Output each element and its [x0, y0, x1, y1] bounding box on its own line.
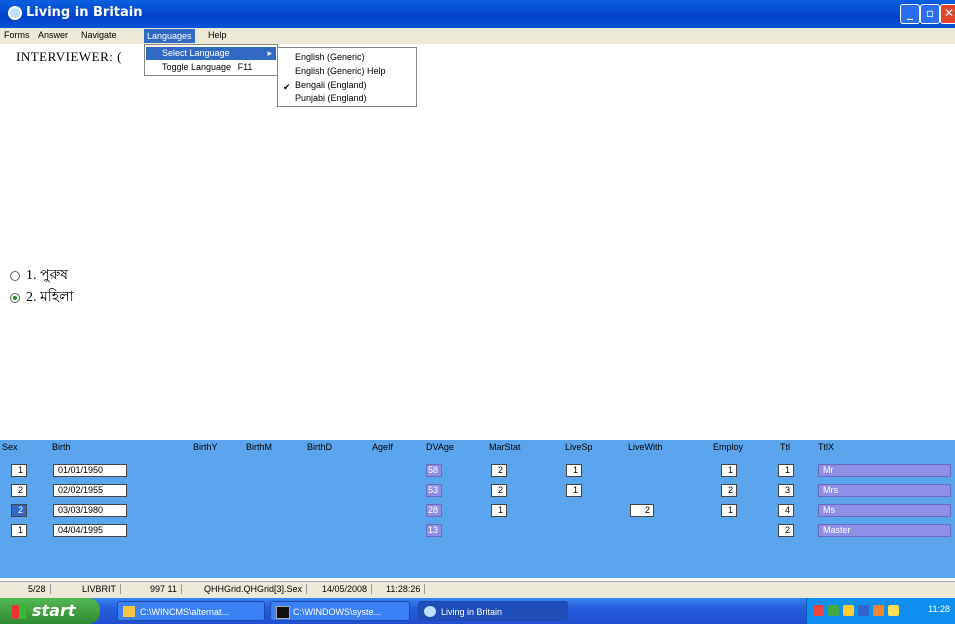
- cell-marstat[interactable]: 2: [491, 464, 507, 477]
- cell-sex[interactable]: 2: [11, 484, 27, 497]
- cell-ttl[interactable]: 1: [778, 464, 794, 477]
- languages-menu: Select Language ▸ Toggle Language F11: [144, 44, 278, 76]
- status-code: 997 11: [146, 584, 182, 594]
- task-cmd[interactable]: C:\WINDOWS\syste...: [270, 601, 410, 621]
- app-icon: [8, 6, 22, 20]
- shortcut-label: F11: [237, 62, 253, 72]
- cell-sex[interactable]: 1: [11, 524, 27, 537]
- col-header-ageif: AgeIf: [372, 442, 394, 452]
- status-survey: LIVBRIT: [78, 584, 122, 594]
- taskbar: start C:\WINCMS\alternat... C:\WINDOWS\s…: [0, 598, 955, 624]
- radio-button[interactable]: [10, 270, 20, 281]
- menu-forms[interactable]: Forms: [4, 30, 30, 40]
- cell-sex-active[interactable]: 2: [11, 504, 27, 517]
- security-icon[interactable]: [828, 605, 839, 616]
- answer-option-2[interactable]: 2. মহিলা: [10, 285, 74, 309]
- cell-ttlx: Master: [818, 524, 951, 537]
- cell-dvage: 58: [426, 464, 442, 477]
- minimize-button[interactable]: _: [900, 4, 920, 24]
- cell-ttl[interactable]: 3: [778, 484, 794, 497]
- console-icon: [276, 606, 290, 619]
- cell-livewith[interactable]: 2: [630, 504, 654, 517]
- col-header-employ: Employ: [713, 442, 744, 452]
- folder-icon: [123, 606, 135, 617]
- menu-answer[interactable]: Answer: [38, 30, 68, 40]
- col-header-livewith: LiveWith: [628, 442, 663, 452]
- system-tray: 11:28: [806, 598, 955, 624]
- cell-marstat[interactable]: 1: [491, 504, 507, 517]
- cell-birth[interactable]: 01/01/1950: [53, 464, 127, 477]
- clock: 11:28: [928, 604, 950, 614]
- menu-item-english-generic-help[interactable]: English (Generic) Help: [295, 65, 386, 77]
- close-button[interactable]: ✕: [940, 4, 955, 24]
- menu-item-toggle-language[interactable]: Toggle Language F11: [146, 61, 276, 74]
- col-header-ttl: Ttl: [780, 442, 790, 452]
- window-title: Living in Britain: [26, 5, 143, 20]
- menu-help[interactable]: Help: [208, 30, 227, 40]
- menu-item-bengali[interactable]: Bengali (England): [295, 79, 367, 91]
- cell-ttlx: Mrs: [818, 484, 951, 497]
- cell-livesp[interactable]: 1: [566, 484, 582, 497]
- select-language-submenu: English (Generic) English (Generic) Help…: [277, 47, 417, 107]
- volume-icon[interactable]: [858, 605, 869, 616]
- menu-item-select-language[interactable]: Select Language ▸: [146, 47, 276, 60]
- network-icon[interactable]: [813, 605, 824, 616]
- cell-ttlx: Ms: [818, 504, 951, 517]
- cell-dvage: 28: [426, 504, 442, 517]
- cell-marstat[interactable]: 2: [491, 484, 507, 497]
- submenu-arrow-icon: ▸: [267, 48, 272, 58]
- status-time: 11:28:26: [382, 584, 426, 594]
- answer-option-1[interactable]: 1. পুরুষ: [10, 263, 68, 287]
- col-header-livesp: LiveSp: [565, 442, 593, 452]
- col-header-birth: Birth: [52, 442, 71, 452]
- update-icon[interactable]: [843, 605, 854, 616]
- task-explorer[interactable]: C:\WINCMS\alternat...: [117, 601, 265, 621]
- menu-item-punjabi[interactable]: Punjabi (England): [295, 92, 367, 104]
- menu-navigate[interactable]: Navigate: [81, 30, 117, 40]
- cell-dvage: 53: [426, 484, 442, 497]
- col-header-birthd: BirthD: [307, 442, 333, 452]
- cell-employ[interactable]: 1: [721, 504, 737, 517]
- title-bar: Living in Britain _ ▫ ✕: [0, 0, 955, 28]
- cell-ttlx: Mr: [818, 464, 951, 477]
- cell-birth[interactable]: 02/02/1955: [53, 484, 127, 497]
- cell-birth[interactable]: 04/04/1995: [53, 524, 127, 537]
- col-header-birthy: BirthY: [193, 442, 218, 452]
- col-header-dvage: DVAge: [426, 442, 454, 452]
- app-icon: [424, 606, 436, 617]
- status-date: 14/05/2008: [318, 584, 373, 594]
- cell-employ[interactable]: 2: [721, 484, 737, 497]
- cell-sex[interactable]: 1: [11, 464, 27, 477]
- option-label: 2. মহিলা: [26, 290, 74, 305]
- task-living-in-britain[interactable]: Living in Britain: [418, 601, 568, 621]
- windows-logo-icon: [12, 604, 26, 619]
- cell-ttl[interactable]: 2: [778, 524, 794, 537]
- cell-birth[interactable]: 03/03/1980: [53, 504, 127, 517]
- cell-employ[interactable]: 1: [721, 464, 737, 477]
- col-header-sex: Sex: [2, 442, 18, 452]
- status-bar: 5/28 LIVBRIT 997 11 QHHGrid.QHGrid[3].Se…: [0, 581, 955, 598]
- checkmark-icon: ✔: [283, 82, 291, 92]
- radio-button-selected[interactable]: [10, 292, 20, 303]
- col-header-marstat: MarStat: [489, 442, 521, 452]
- cell-ttl[interactable]: 4: [778, 504, 794, 517]
- household-grid: Sex Birth BirthY BirthM BirthD AgeIf DVA…: [0, 440, 955, 578]
- antivirus-icon[interactable]: [888, 605, 899, 616]
- col-header-ttlx: TtlX: [818, 442, 835, 452]
- cell-livesp[interactable]: 1: [566, 464, 582, 477]
- col-header-birthm: BirthM: [246, 442, 273, 452]
- cell-dvage: 13: [426, 524, 442, 537]
- start-button[interactable]: start: [0, 598, 100, 624]
- menu-bar: Forms Answer Navigate Languages Help: [0, 28, 955, 44]
- question-text: INTERVIEWER: (: [16, 49, 122, 64]
- maximize-button[interactable]: ▫: [920, 4, 940, 24]
- menu-item-english-generic[interactable]: English (Generic): [295, 51, 365, 63]
- status-page: 5/28: [24, 584, 51, 594]
- option-label: 1. পুরুষ: [26, 268, 68, 283]
- status-field: QHHGrid.QHGrid[3].Sex: [200, 584, 308, 594]
- menu-languages[interactable]: Languages: [144, 29, 195, 43]
- browser-icon[interactable]: [873, 605, 884, 616]
